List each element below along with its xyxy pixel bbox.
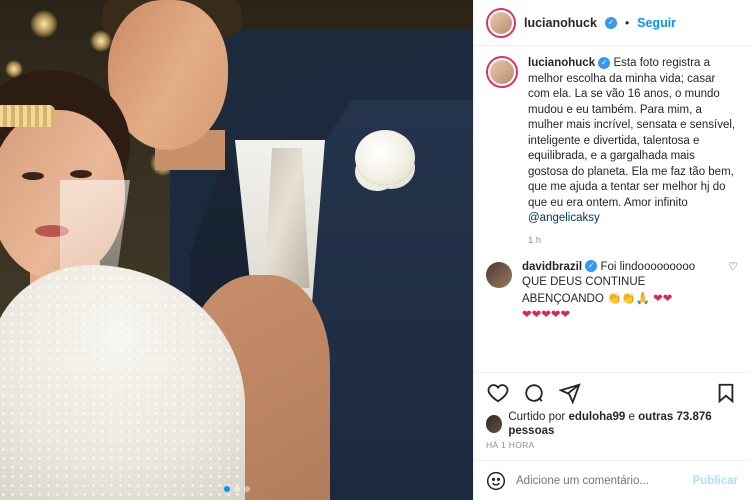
add-comment-input[interactable] xyxy=(516,474,683,487)
add-comment-bar: Publicar xyxy=(474,460,750,500)
comment-text: davidbrazil ✓ Foi lindooooooooo QUE DEUS… xyxy=(522,260,695,324)
heart-emoji-row: ❤❤❤❤❤ xyxy=(522,307,571,321)
comment-like-heart-icon[interactable]: ♡ xyxy=(728,260,738,273)
caption-text: lucianohuck ✓ Esta foto registra a melho… xyxy=(528,56,738,227)
caption-username[interactable]: lucianohuck xyxy=(528,57,595,69)
likes-suffix: e xyxy=(628,411,635,423)
action-bar xyxy=(474,372,750,412)
heart-icon[interactable] xyxy=(486,381,510,405)
caption-body: Esta foto registra a melhor escolha da m… xyxy=(528,57,736,209)
caption-comment: lucianohuck ✓ Esta foto registra a melho… xyxy=(486,56,738,227)
bride-tiara xyxy=(0,105,55,127)
liker-avatar[interactable] xyxy=(486,415,503,433)
comment-icon[interactable] xyxy=(522,381,546,405)
caption-mention-link[interactable]: @angelicaksy xyxy=(528,212,600,224)
comments-section[interactable]: lucianohuck ✓ Esta foto registra a melho… xyxy=(474,46,750,372)
caption-avatar[interactable] xyxy=(486,56,518,88)
share-icon[interactable] xyxy=(558,381,582,405)
bride-eye xyxy=(22,172,44,180)
commenter-avatar[interactable] xyxy=(486,261,512,288)
commenter-username[interactable]: davidbrazil xyxy=(522,261,582,273)
likes-prefix: Curtido por xyxy=(508,411,566,423)
author-avatar[interactable] xyxy=(486,7,516,38)
likes-row: Curtido por eduloha99 e outras 73.876 pe… xyxy=(474,410,750,438)
liker-username[interactable]: eduloha99 xyxy=(568,411,625,423)
clap-emoji: 👏👏 xyxy=(607,290,636,305)
header-separator: • xyxy=(624,15,630,30)
author-username[interactable]: lucianohuck xyxy=(524,16,597,30)
verified-badge-icon: ✓ xyxy=(604,16,617,29)
caption-avatar-image xyxy=(490,60,514,84)
post-side-panel: lucianohuck ✓ • Seguir lucianohuck ✓ Est… xyxy=(473,0,750,500)
emoji-icon[interactable] xyxy=(486,471,506,491)
carousel-dot xyxy=(223,486,230,492)
post-timestamp[interactable]: HÁ 1 HORA xyxy=(474,436,750,460)
instagram-post: lucianohuck ✓ • Seguir lucianohuck ✓ Est… xyxy=(0,0,750,500)
post-header: lucianohuck ✓ • Seguir xyxy=(474,0,750,46)
bookmark-icon[interactable] xyxy=(714,381,738,405)
carousel-dot xyxy=(233,486,240,492)
verified-badge-icon: ✓ xyxy=(598,56,611,69)
comment-line-2: QUE DEUS CONTINUE xyxy=(522,276,646,288)
caption-timestamp: 1 h xyxy=(528,234,542,246)
bride-eye xyxy=(70,170,92,178)
verified-badge-icon: ✓ xyxy=(585,260,598,273)
post-photo[interactable] xyxy=(0,0,473,500)
boutonniere xyxy=(355,130,415,185)
comment-line-3: ABENÇOANDO xyxy=(522,292,604,305)
publish-button[interactable]: Publicar xyxy=(693,475,738,487)
carousel-dot xyxy=(243,486,250,492)
bokeh-light xyxy=(30,10,58,38)
comment-item: davidbrazil ✓ Foi lindooooooooo QUE DEUS… xyxy=(486,260,738,324)
pray-emoji: 🙏 xyxy=(635,290,650,305)
carousel-indicator xyxy=(0,486,473,492)
heart-emoji: ❤❤ xyxy=(653,290,673,305)
author-avatar-image xyxy=(490,11,512,34)
follow-button[interactable]: Seguir xyxy=(637,16,676,30)
comment-line-1: Foi lindooooooooo xyxy=(600,260,696,273)
likes-text: Curtido por eduloha99 e outras 73.876 pe… xyxy=(508,410,738,438)
